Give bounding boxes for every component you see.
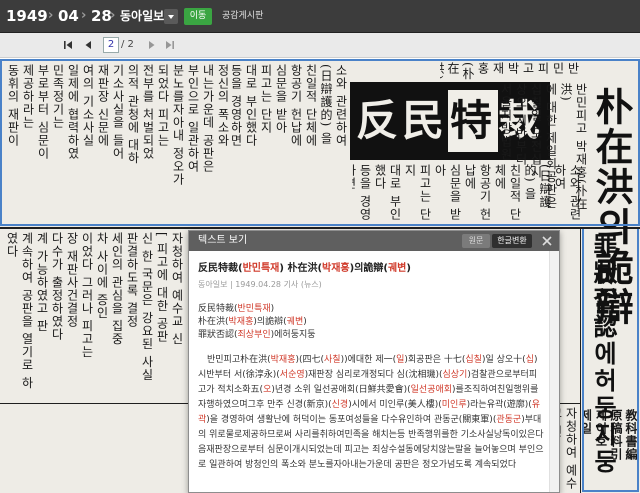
headline-text: 反民特裁(: [198, 304, 238, 314]
body-keyword: 서순영: [279, 370, 305, 380]
article-headlines: 反民特裁(반민특재) 朴在洪(박재홍)의詭辯(궤변) 罪狀否認(죄상부인)에허둥…: [198, 303, 528, 342]
scrollbar[interactable]: [549, 251, 559, 492]
date-separator-icon: ›: [110, 8, 116, 23]
headline-text: )의詭辯(: [253, 317, 287, 327]
body-text: ))에대한 제一(: [340, 355, 397, 365]
body-keyword: 사칠: [324, 355, 341, 365]
body-text: )(四七(: [295, 355, 325, 365]
headline-text: ): [270, 304, 275, 314]
prev-page-icon[interactable]: [82, 39, 94, 51]
body-text: )시에서 미인루(美人樓)(: [348, 400, 442, 410]
title-text: ): [406, 263, 411, 274]
date-separator-icon: ›: [48, 8, 54, 23]
next-page-icon[interactable]: [146, 39, 158, 51]
headline-line: 反民特裁(반민특재): [198, 303, 528, 316]
body-keyword: 미인루: [441, 400, 467, 410]
month-selector[interactable]: 04: [58, 6, 79, 26]
last-page-icon[interactable]: [164, 39, 176, 51]
headline-keyword: 박재홍: [228, 317, 254, 327]
newspaper-selector[interactable]: 동아일보: [120, 7, 164, 26]
body-text: )년경 소위 일선공애회(日鮮共愛會)(: [271, 385, 411, 395]
headline-text: 朴在洪(: [198, 317, 229, 327]
article-body: 반민피고朴在洪(박재홍)(四七(사칠))에대한 제一(일)회공판은 十七(십칠)…: [198, 353, 544, 473]
headline-keyword: 궤변: [286, 317, 304, 327]
headline-keyword: 죄상부인: [237, 330, 271, 340]
body-keyword: 십칠: [465, 355, 482, 365]
article-column-text: 반민피고 박재홍(朴在洪) 에 대한 제일회공판은 십칠일 오전십시 상오 시반…: [500, 83, 588, 211]
page-input[interactable]: 2: [103, 37, 119, 53]
title-keyword: 박재홍: [322, 263, 350, 274]
text-view-panel: 텍스트 보기 원문 한글변환 反民特裁(반민특재) 朴在洪(박재홍)의詭辯(궤변…: [188, 230, 560, 493]
original-text-button[interactable]: 원문: [462, 234, 490, 248]
body-keyword: 일선공애회: [410, 385, 453, 395]
body-text: )회공판은 十七(: [404, 355, 466, 365]
body-keyword: 박재홍: [270, 355, 296, 365]
chevron-down-icon[interactable]: [164, 9, 178, 24]
banner-text: 特: [447, 90, 498, 152]
title-text: 反民特裁(: [198, 263, 243, 274]
article-subheadline: 罪狀否認에허둥지둥: [589, 233, 618, 476]
body-text: )라는유곽(遊廓)(: [466, 400, 532, 410]
page-navigation: 2 / 2: [0, 33, 640, 58]
title-keyword: 반민특재: [242, 263, 280, 274]
panel-body: 反民特裁(반민특재) 朴在洪(박재홍)의詭辯(궤변) 동아일보 | 1949.0…: [189, 251, 559, 492]
article-column-text: 소와 관련하여 (日辯護的) 을 친일적 단체에 항공기 헌납에 심문을 받아 …: [232, 64, 348, 147]
body-text: )을 경영하여 생활난에 허덕이는 동포여성들을 다수유인하여 관동군(關東軍)…: [206, 415, 497, 425]
title-keyword: 궤변: [387, 263, 407, 274]
close-icon[interactable]: [539, 233, 555, 249]
year-selector[interactable]: 1949: [6, 6, 48, 26]
date-separator-icon: ›: [81, 8, 87, 23]
article-title: 反民特裁(반민특재) 朴在洪(박재홍)의詭辯(궤변): [198, 262, 538, 276]
title-text: )의詭辯(: [349, 263, 388, 274]
article-column-text: 정신의 폭소와 내는가운데 공판은 부인으로 일관하여 분노를자아내 정오가 되…: [4, 64, 230, 186]
divider: [580, 229, 581, 493]
go-button[interactable]: 이동: [184, 8, 212, 25]
headline-line: 朴在洪(박재홍)의詭辯(궤변): [198, 316, 528, 329]
headline-text: )에허둥지둥: [270, 330, 316, 340]
day-selector[interactable]: 28: [91, 6, 112, 26]
divider: [0, 227, 640, 229]
body-keyword: 신경: [331, 400, 349, 410]
top-toolbar: 1949 › 04 › 28 › 동아일보 이동 공감게시판: [0, 0, 640, 33]
panel-title: 텍스트 보기: [198, 235, 248, 246]
body-text: )재판장 심리로개정되다 심(沈相璣)(: [304, 370, 443, 380]
body-text: )일 상오十(: [481, 355, 526, 365]
article-column-text: 자청하여 예수교 신 [ 피고에 대한 공판 신 한 국문은 강요된 사실 판결…: [5, 232, 184, 390]
article-column-text: 반민피고 박재홍(朴在洪) 에 대한 제일회공판은 십칠일 오전십시 상오 시반…: [440, 62, 580, 81]
body-text: 반민피고朴在洪(: [207, 355, 271, 365]
banner-text: 反民: [355, 96, 448, 145]
article-meta: 동아일보 | 1949.04.28 기사 (뉴스): [198, 280, 322, 289]
title-text: ) 朴在洪(: [279, 263, 323, 274]
page-total: / 2: [121, 39, 134, 50]
body-keyword: 관동군: [496, 415, 522, 425]
first-page-icon[interactable]: [62, 39, 74, 51]
body-keyword: 십: [525, 355, 534, 365]
hangul-convert-button[interactable]: 한글변환: [492, 234, 532, 248]
body-keyword: 심상기: [442, 370, 468, 380]
board-link[interactable]: 공감게시판: [222, 8, 263, 25]
headline-text: ): [303, 317, 307, 327]
headline-line: 罪狀否認(죄상부인)에허둥지둥: [198, 329, 528, 342]
headline-text: 罪狀否認(: [198, 330, 238, 340]
selected-article-highlight[interactable]: 罪狀否認에허둥지둥: [582, 229, 639, 492]
headline-keyword: 반민특재: [237, 304, 271, 314]
panel-header: 텍스트 보기 원문 한글변환: [189, 231, 559, 251]
